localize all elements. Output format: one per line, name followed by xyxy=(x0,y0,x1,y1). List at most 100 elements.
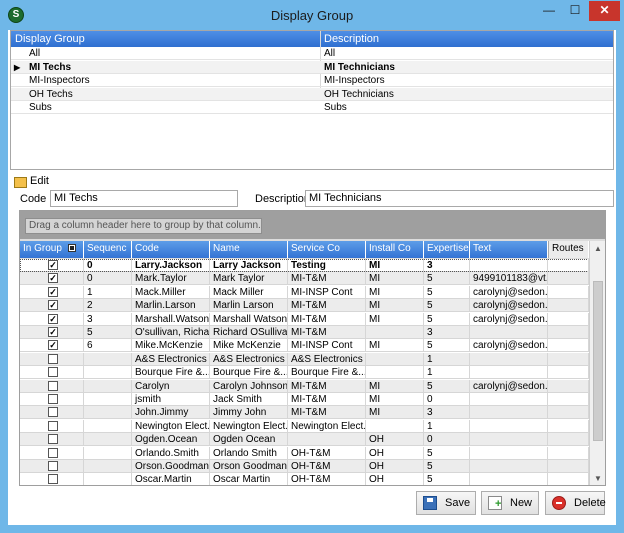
column-header-name[interactable]: Name xyxy=(210,241,288,258)
in-group-checkbox[interactable] xyxy=(48,447,58,458)
text-cell: carolynj@sedon... xyxy=(470,339,548,353)
in-group-checkbox[interactable]: ✓ xyxy=(48,340,58,351)
description-label: Description xyxy=(255,193,311,205)
column-header-description[interactable]: Description xyxy=(324,33,379,45)
vertical-scrollbar[interactable]: ▲ ▼ xyxy=(589,241,605,485)
code-cell: Mack.Miller xyxy=(132,285,210,299)
column-header-install-co[interactable]: Install Co xyxy=(366,241,424,258)
install-co-cell: OH xyxy=(366,446,424,460)
routes-cell xyxy=(548,446,589,460)
service-co-cell xyxy=(288,433,366,447)
in-group-checkbox[interactable]: ✓ xyxy=(48,273,58,284)
code-cell: Marshall.Watson xyxy=(132,312,210,326)
in-group-checkbox[interactable]: ✓ xyxy=(48,300,58,311)
scrollbar-thumb[interactable] xyxy=(593,281,603,441)
routes-cell xyxy=(548,352,589,366)
table-row[interactable]: Carolyn Carolyn Johnson MI-T&M MI 5 carolynj@… xyxy=(20,379,589,393)
table-row[interactable]: ✓ 1 Mack.Miller Mack Miller MI-INSP Cont MI 5 c… xyxy=(20,285,589,299)
column-header-text[interactable]: Text xyxy=(470,241,548,258)
display-group-row[interactable]: All All xyxy=(11,47,613,60)
table-row[interactable]: Bourque Fire &... Bourque Fire &... Bourqu… xyxy=(20,366,589,380)
table-row[interactable]: ✓ 5 O'sullivan, Richa... Richard OSulliva..… xyxy=(20,326,589,339)
select-all-checkbox[interactable] xyxy=(67,244,76,252)
table-row[interactable]: Oscar.Martin Oscar Martin OH-T&M OH 5 xyxy=(20,473,589,485)
table-row[interactable]: ✓ 0 Mark.Taylor Mark Taylor MI-T&M MI 5 9499101… xyxy=(20,272,589,286)
save-button[interactable]: Save xyxy=(416,491,476,515)
display-group-row[interactable]: ▶ MI Techs MI Technicians xyxy=(11,60,613,74)
sequence-cell: 3 xyxy=(84,312,132,326)
in-group-checkbox[interactable] xyxy=(48,367,58,378)
in-group-checkbox[interactable]: ✓ xyxy=(48,260,58,270)
table-row[interactable]: A&S Electronics A&S Electronics A&S Electr… xyxy=(20,352,589,366)
display-group-row[interactable]: Subs Subs xyxy=(11,101,613,114)
expertise-cell: 5 xyxy=(424,299,470,313)
column-header-expertise[interactable]: Expertise xyxy=(424,241,470,258)
code-cell: O'sullivan, Richa... xyxy=(132,326,210,339)
in-group-checkbox[interactable] xyxy=(48,353,58,364)
table-row[interactable]: John.Jimmy Jimmy John MI-T&M MI 3 xyxy=(20,406,589,420)
routes-cell xyxy=(548,460,589,473)
new-button[interactable]: New xyxy=(481,491,539,515)
in-group-checkbox[interactable]: ✓ xyxy=(48,313,58,324)
routes-cell xyxy=(548,326,589,339)
column-header-in-group[interactable]: In Group xyxy=(20,241,84,258)
table-row[interactable]: Orson.Goodman Orson Goodman OH-T&M OH 5 xyxy=(20,460,589,473)
sequence-cell xyxy=(84,473,132,485)
table-row[interactable]: Newington Elect... Newington Elect... Newi… xyxy=(20,419,589,433)
group-by-panel[interactable]: Drag a column header here to group by th… xyxy=(20,211,605,239)
sequence-cell: 0 xyxy=(84,272,132,286)
sequence-cell xyxy=(84,460,132,473)
display-group-row[interactable]: OH Techs OH Technicians xyxy=(11,87,613,101)
display-group-row[interactable]: MI-Inspectors MI-Inspectors xyxy=(11,74,613,87)
table-row[interactable]: ✓ 0 Larry.Jackson Larry Jackson Testing MI 3 xyxy=(20,259,589,272)
table-row[interactable]: Ogden.Ocean Ogden Ocean OH 0 xyxy=(20,433,589,447)
column-header-code[interactable]: Code xyxy=(132,241,210,258)
install-co-cell: MI xyxy=(366,312,424,326)
in-group-checkbox[interactable] xyxy=(48,434,58,445)
table-row[interactable]: ✓ 3 Marshall.Watson Marshall Watson MI-T&M MI… xyxy=(20,312,589,326)
in-group-cell: ✓ xyxy=(20,285,84,299)
expertise-cell: 5 xyxy=(424,312,470,326)
in-group-checkbox[interactable]: ✓ xyxy=(48,286,58,297)
table-row[interactable]: ✓ 2 Marlin.Larson Marlin Larson MI-T&M MI 5 car… xyxy=(20,299,589,313)
routes-cell xyxy=(548,272,589,286)
table-row[interactable]: Orlando.Smith Orlando Smith OH-T&M OH 5 xyxy=(20,446,589,460)
code-input[interactable]: MI Techs xyxy=(50,190,238,207)
name-cell: Carolyn Johnson xyxy=(210,379,288,393)
table-row[interactable]: ✓ 6 Mike.McKenzie Mike McKenzie MI-INSP Cont… xyxy=(20,339,589,353)
column-header-routes[interactable]: Routes xyxy=(548,241,589,258)
in-group-checkbox[interactable] xyxy=(48,394,58,404)
description-input[interactable]: MI Technicians xyxy=(305,190,614,207)
scroll-down-arrow-icon[interactable]: ▼ xyxy=(590,471,605,485)
in-group-cell: ✓ xyxy=(20,326,84,339)
in-group-checkbox[interactable]: ✓ xyxy=(48,327,58,337)
code-cell: Marlin.Larson xyxy=(132,299,210,313)
window: S Display Group — ☐ ✕ Display Group Desc… xyxy=(0,0,624,533)
in-group-checkbox[interactable] xyxy=(48,420,58,431)
row-indicator-icon: ▶ xyxy=(14,62,21,72)
column-header-sequence[interactable]: Sequenc xyxy=(84,241,132,258)
in-group-checkbox[interactable] xyxy=(48,407,58,418)
column-header-service-co[interactable]: Service Co xyxy=(288,241,366,258)
text-cell: carolynj@sedon... xyxy=(470,299,548,313)
maximize-button[interactable]: ☐ xyxy=(562,1,588,21)
column-header-display-group[interactable]: Display Group xyxy=(15,33,85,45)
text-cell xyxy=(470,460,548,473)
delete-button[interactable]: Delete xyxy=(545,491,606,515)
table-row[interactable]: jsmith Jack Smith MI-T&M MI 0 xyxy=(20,393,589,406)
sequence-cell xyxy=(84,366,132,380)
scroll-up-arrow-icon[interactable]: ▲ xyxy=(590,241,605,257)
expertise-cell: 3 xyxy=(424,259,470,272)
title-bar[interactable]: S Display Group — ☐ ✕ xyxy=(0,0,624,30)
close-button[interactable]: ✕ xyxy=(589,1,620,21)
in-group-cell: ✓ xyxy=(20,339,84,353)
install-co-cell xyxy=(366,326,424,339)
expertise-cell: 5 xyxy=(424,272,470,286)
in-group-checkbox[interactable] xyxy=(48,461,58,471)
minimize-button[interactable]: — xyxy=(536,1,562,21)
expertise-cell: 1 xyxy=(424,419,470,433)
name-cell: Newington Elect... xyxy=(210,419,288,433)
service-co-cell: MI-INSP Cont xyxy=(288,285,366,299)
in-group-checkbox[interactable] xyxy=(48,380,58,391)
in-group-checkbox[interactable] xyxy=(48,474,58,485)
